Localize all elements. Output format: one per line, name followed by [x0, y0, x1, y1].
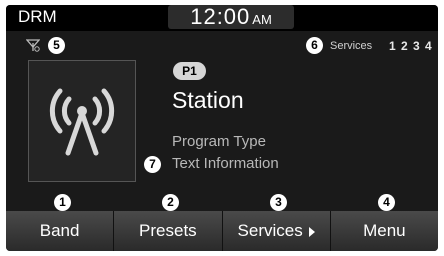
drm-radio-screen: DRM 12:00 AM 5 6 Services 1 2 3 4 P1 Stat… [6, 5, 438, 251]
signal-reception-icon [26, 39, 40, 52]
presets-button[interactable]: Presets [114, 211, 223, 251]
services-indicator-numbers: 1 2 3 4 [389, 39, 433, 53]
callout-3: 3 [270, 194, 287, 211]
station-artwork [28, 60, 136, 182]
menu-button[interactable]: Menu [330, 211, 438, 251]
presets-button-label: Presets [139, 221, 197, 240]
band-button-label: Band [39, 221, 80, 240]
services-indicator-label: Services [330, 40, 373, 52]
softkey-bar: Band Presets Services Menu [6, 211, 438, 251]
status-bar: DRM 12:00 AM [6, 5, 438, 31]
callout-7: 7 [144, 156, 161, 173]
text-information: Text Information [172, 155, 279, 172]
clock-time: 12:00 [190, 5, 251, 29]
menu-button-label: Menu [363, 221, 406, 240]
station-name: Station [172, 87, 244, 113]
chevron-right-icon [308, 226, 315, 237]
preset-number-badge: P1 [173, 62, 206, 80]
radio-mode-label: DRM [18, 7, 57, 26]
callout-6: 6 [306, 37, 323, 54]
clock-ampm: AM [252, 12, 272, 27]
band-button[interactable]: Band [6, 211, 115, 251]
clock: 12:00 AM [168, 5, 294, 29]
services-button-label: Services [237, 221, 303, 240]
callout-4: 4 [378, 194, 395, 211]
callout-5: 5 [48, 37, 65, 54]
callout-2: 2 [162, 194, 179, 211]
program-type: Program Type [172, 133, 266, 150]
callout-1: 1 [54, 194, 71, 211]
broadcast-antenna-icon [49, 88, 115, 156]
services-button[interactable]: Services [222, 211, 331, 251]
